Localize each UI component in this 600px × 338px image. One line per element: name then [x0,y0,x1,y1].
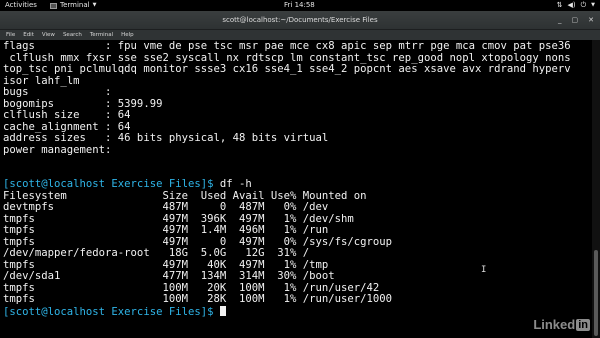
clock[interactable]: Fri 14:58 [284,0,315,11]
terminal-text: /dev/mapper/fedora-root 18G 5.0G 12G 31%… [3,247,310,259]
app-menu-label: Terminal [60,1,90,9]
terminal-text: devtmpfs 487M 0 487M 0% /dev [3,201,329,213]
menu-help[interactable]: Help [121,30,134,40]
terminal-text: bogomips : 5399.99 [3,97,163,110]
terminal-text: tmpfs 100M 20K 100M 1% /run/user/42 [3,281,380,294]
terminal-text: df -h [213,178,252,190]
chevron-down-icon: ▼ [92,2,97,8]
terminal-text: tmpfs 100M 28K 100M 1% /run/user/1000 [3,293,393,305]
menu-search[interactable]: Search [63,30,82,40]
text-cursor-icon: I [481,265,487,275]
terminal-cursor [219,305,226,316]
terminal-text: /dev/sda1 477M 134M 314M 30% /boot [3,270,335,282]
terminal-text: power management: [3,143,112,156]
terminal-text: address sizes : 46 bits physical, 48 bit… [3,132,329,144]
app-menu[interactable]: Terminal ▼ [50,0,96,11]
scrollbar-thumb[interactable] [594,250,598,336]
menu-bar: File Edit View Search Terminal Help [0,30,600,40]
terminal-line: power management: [3,143,592,157]
terminal-text: tmpfs 497M 40K 497M 1% /tmp [3,258,329,271]
activities-button[interactable]: Activities [5,0,37,11]
close-button[interactable]: ✕ [588,11,594,30]
menu-terminal[interactable]: Terminal [90,30,113,40]
network-icon: ⇅ [556,1,563,9]
terminal-text: clflush size : 64 [3,109,131,121]
system-menu[interactable]: ⇅ ◀) ⏻ ▼ [557,0,595,11]
terminal-text: cache_alignment : 64 [3,120,131,133]
menu-view[interactable]: View [42,30,55,40]
volume-icon: ◀) [567,1,576,9]
terminal-text: clflush mmx fxsr sse sse2 syscall nx rdt… [3,51,571,64]
shell-prompt: [scott@localhost Exercise Files]$ [3,305,214,318]
terminal-text: top_tsc pni pclmulqdq monitor ssse3 cx16… [3,63,571,75]
minimize-button[interactable]: _ [558,11,562,30]
terminal-line: tmpfs 100M 28K 100M 1% /run/user/1000 [3,293,592,306]
watermark-text: Linked [533,317,576,332]
chevron-down-icon: ▼ [591,2,595,8]
terminal-text: bugs : [3,86,112,98]
terminal-text: tmpfs 497M 1.4M 496M 1% /run [3,224,329,236]
terminal-line: [scott@localhost Exercise Files]$ [3,305,592,318]
window-title: scott@localhost:~/Documents/Exercise Fil… [222,16,378,24]
terminal-text: isor lahf_lm [3,74,80,87]
terminal-text: Filesystem Size Used Avail Use% Mounted … [3,189,367,202]
terminal-text: tmpfs 497M 0 497M 0% /sys/fs/cgroup [3,235,393,248]
linkedin-watermark: Linked in [533,317,590,332]
terminal-output[interactable]: flags : fpu vme de pse tsc msr pae mce c… [0,40,592,338]
window-title-bar[interactable]: scott@localhost:~/Documents/Exercise Fil… [0,11,600,30]
watermark-badge: in [576,318,590,331]
shell-prompt: [scott@localhost Exercise Files]$ [3,178,214,190]
scrollbar[interactable] [592,40,600,338]
terminal-line: top_tsc pni pclmulqdq monitor ssse3 cx16… [3,63,592,76]
top-bar: Activities Terminal ▼ Fri 14:58 ⇅ ◀) ⏻ ▼ [0,0,600,11]
menu-file[interactable]: File [6,30,15,40]
menu-edit[interactable]: Edit [23,30,34,40]
terminal-text: tmpfs 497M 396K 497M 1% /dev/shm [3,212,354,225]
terminal-app-icon [50,2,57,9]
maximize-button[interactable]: ▢ [572,11,579,30]
power-icon: ⏻ [580,1,587,9]
terminal-text: flags : fpu vme de pse tsc msr pae mce c… [3,40,571,52]
